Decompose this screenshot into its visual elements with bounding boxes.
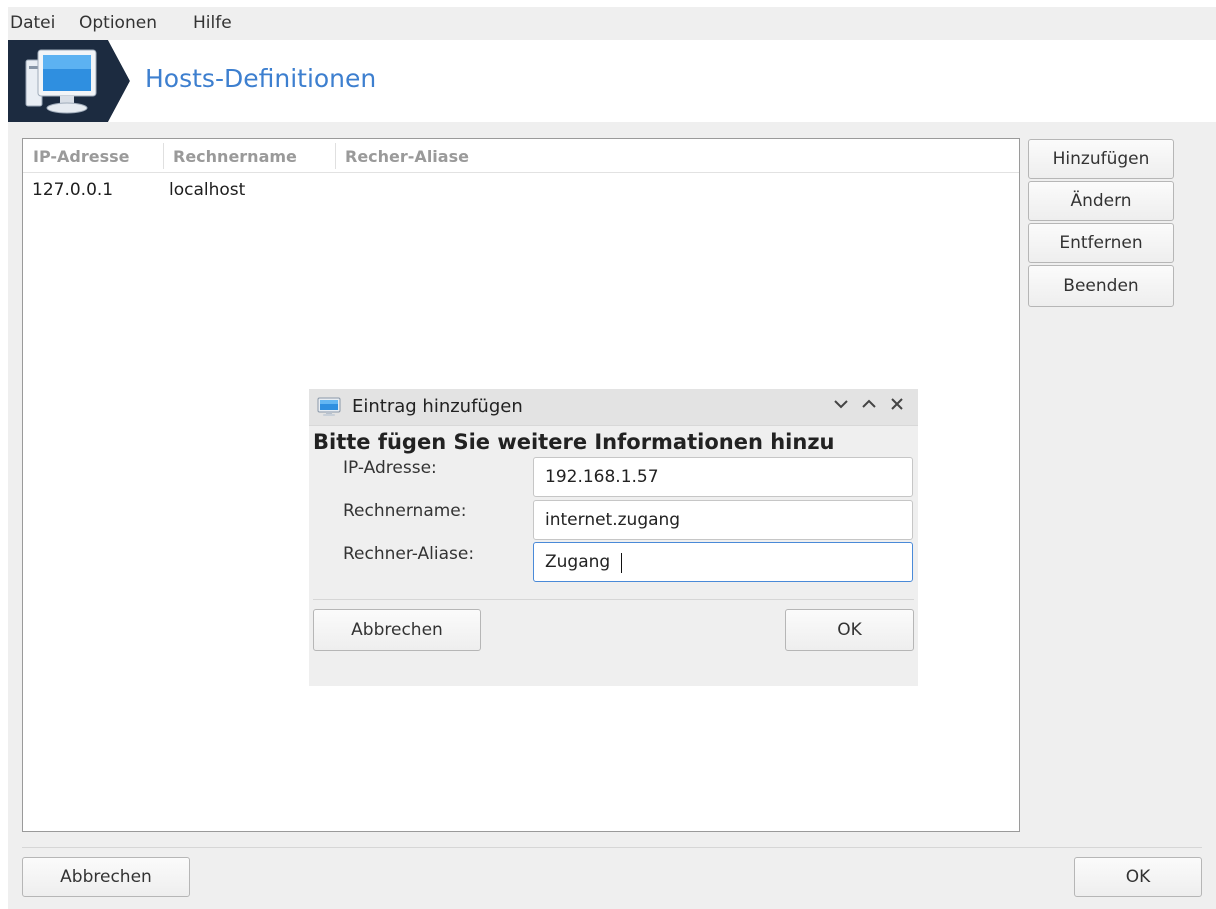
dialog-cancel-button[interactable]: Abbrechen [313, 609, 481, 651]
computer-monitor-icon [317, 397, 341, 422]
table-cell-hostname: localhost [169, 180, 246, 200]
menu-optionen[interactable]: Optionen [79, 13, 157, 33]
dialog-divider [313, 599, 914, 600]
text-cursor [621, 553, 622, 573]
chevron-up-icon[interactable] [861, 396, 877, 417]
computer-monitor-icon [8, 40, 130, 122]
footer-divider [22, 847, 1202, 848]
page-title: Hosts-Definitionen [145, 64, 377, 93]
table-cell-ip: 127.0.0.1 [32, 180, 114, 200]
dialog-title: Eintrag hinzufügen [352, 396, 523, 417]
cancel-button[interactable]: Abbrechen [22, 857, 190, 897]
column-header-aliases[interactable]: Recher-Aliase [345, 147, 477, 166]
ok-button[interactable]: OK [1074, 857, 1202, 897]
quit-button[interactable]: Beenden [1028, 265, 1174, 307]
dialog-ok-button[interactable]: OK [785, 609, 914, 651]
hostname-label: Rechnername: [343, 501, 467, 521]
close-icon[interactable] [889, 396, 905, 417]
dialog-heading: Bitte fügen Sie weitere Informationen hi… [313, 430, 835, 454]
ip-label: IP-Adresse: [343, 458, 437, 478]
alias-label: Rechner-Aliase: [343, 544, 475, 564]
menu-datei[interactable]: Datei [10, 13, 55, 33]
column-divider [335, 143, 336, 169]
add-entry-dialog: Eintrag hinzufügen Bitte fügen Sie weite… [309, 389, 918, 686]
dialog-titlebar[interactable]: Eintrag hinzufügen [309, 389, 918, 426]
column-divider [163, 143, 164, 169]
menu-hilfe[interactable]: Hilfe [193, 13, 232, 33]
ip-address-input[interactable] [533, 457, 913, 497]
chevron-down-icon[interactable] [833, 396, 849, 417]
edit-button[interactable]: Ändern [1028, 181, 1174, 221]
table-row[interactable]: 127.0.0.1 localhost [23, 173, 1019, 207]
add-button[interactable]: Hinzufügen [1028, 139, 1174, 179]
table-header: IP-Adresse Rechnername Recher-Aliase [23, 139, 1019, 173]
menu-bar: Datei Optionen Hilfe [8, 7, 1216, 39]
hostname-input[interactable] [533, 500, 913, 540]
column-header-hostname[interactable]: Rechnername [173, 147, 305, 166]
remove-button[interactable]: Entfernen [1028, 223, 1174, 263]
column-header-ip[interactable]: IP-Adresse [33, 147, 138, 166]
alias-input[interactable] [533, 542, 913, 582]
header-banner: Hosts-Definitionen [8, 40, 1216, 122]
